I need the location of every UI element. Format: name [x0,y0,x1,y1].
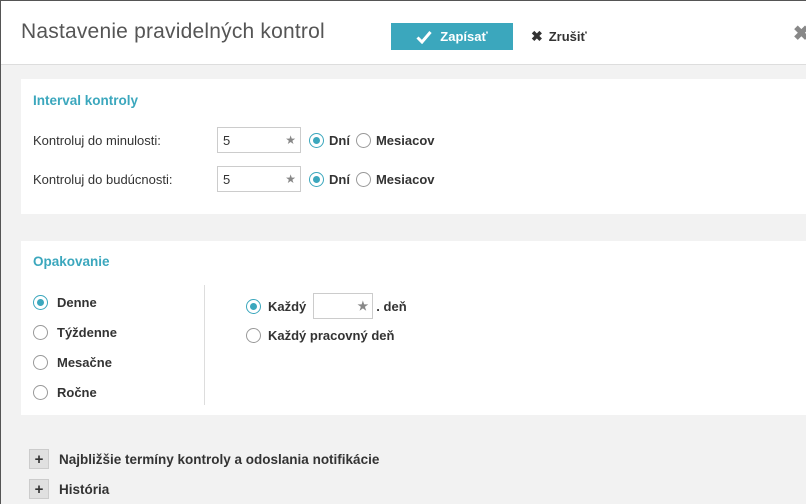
future-unit-days-label: Dní [329,171,350,187]
close-icon[interactable]: ✖ [793,21,806,46]
history-expander[interactable]: + História [29,479,109,499]
save-button-label: Zapísať [440,29,488,44]
every-n-days-option[interactable]: Každý ★ . deň [246,293,407,319]
next-terms-label: Najbližšie termíny kontroly a odoslania … [59,451,380,467]
radio-checked-icon [309,171,324,187]
daily-options: Každý ★ . deň Každý pracovný deň [246,293,407,343]
future-unit-months-label: Mesiacov [375,171,435,187]
interval-title: Interval kontroly [33,93,139,108]
history-label: História [59,481,110,497]
dialog-header: Nastavenie pravidelných kontrol Zapísať … [1,1,806,65]
frequency-monthly-label: Mesačne [57,354,112,370]
frequency-weekly-label: Týždenne [57,324,117,340]
past-row: Kontroluj do minulosti: 5 ★ Dní Mesiacov [33,127,435,153]
every-workday-label: Každý pracovný deň [268,328,395,343]
every-workday-option[interactable]: Každý pracovný deň [246,328,407,343]
required-star-icon: ★ [285,133,296,147]
past-label: Kontroluj do minulosti: [33,132,161,148]
frequency-weekly[interactable]: Týždenne [33,317,117,347]
schedule-dialog: Nastavenie pravidelných kontrol Zapísať … [0,0,806,504]
dialog-title: Nastavenie pravidelných kontrol [21,20,325,43]
repeat-title: Opakovanie [33,254,110,269]
radio-checked-icon [309,132,324,148]
next-terms-expander[interactable]: + Najbližšie termíny kontroly a odoslani… [29,449,379,469]
save-button[interactable]: Zapísať [391,23,513,50]
vertical-divider [204,285,205,405]
future-input[interactable]: 5 ★ [217,166,301,192]
past-unit-months[interactable]: Mesiacov [355,132,435,148]
frequency-list: Denne Týždenne Mesačne Ročne [33,287,117,407]
future-unit-days[interactable]: Dní [309,171,350,187]
past-unit-months-label: Mesiacov [375,132,435,148]
cancel-button[interactable]: ✖ Zrušiť [531,23,587,50]
frequency-monthly[interactable]: Mesačne [33,347,117,377]
frequency-daily-label: Denne [57,294,97,310]
every-suffix: . deň [376,298,407,314]
future-input-value: 5 [223,171,231,187]
radio-checked-icon [33,294,48,310]
every-label: Každý [268,298,307,314]
frequency-daily[interactable]: Denne [33,287,117,317]
required-star-icon: ★ [357,299,369,313]
radio-checked-icon [246,298,261,314]
expand-plus-icon: + [29,449,49,469]
repeat-panel: Opakovanie Denne Týždenne Mesačne Ročne [21,241,806,415]
past-unit-days-label: Dní [329,132,350,148]
radio-unchecked-icon [355,132,371,148]
past-input[interactable]: 5 ★ [217,127,301,153]
radio-unchecked-icon [355,171,371,187]
expand-plus-icon: + [29,479,49,499]
check-icon [416,30,432,44]
radio-unchecked-icon [246,328,261,343]
past-input-value: 5 [223,132,231,148]
radio-unchecked-icon [33,384,48,400]
past-unit-days[interactable]: Dní [309,132,350,148]
close-x-icon: ✖ [531,28,543,44]
future-row: Kontroluj do budúcnosti: 5 ★ Dní Mesiaco… [33,166,435,192]
frequency-yearly[interactable]: Ročne [33,377,117,407]
every-n-input[interactable]: ★ [313,293,374,319]
interval-panel: Interval kontroly Kontroluj do minulosti… [21,79,806,214]
cancel-button-label: Zrušiť [548,29,587,44]
frequency-yearly-label: Ročne [57,384,97,400]
radio-unchecked-icon [33,354,48,370]
future-label: Kontroluj do budúcnosti: [33,171,173,187]
future-unit-months[interactable]: Mesiacov [355,171,435,187]
required-star-icon: ★ [285,172,296,186]
radio-unchecked-icon [33,324,48,340]
